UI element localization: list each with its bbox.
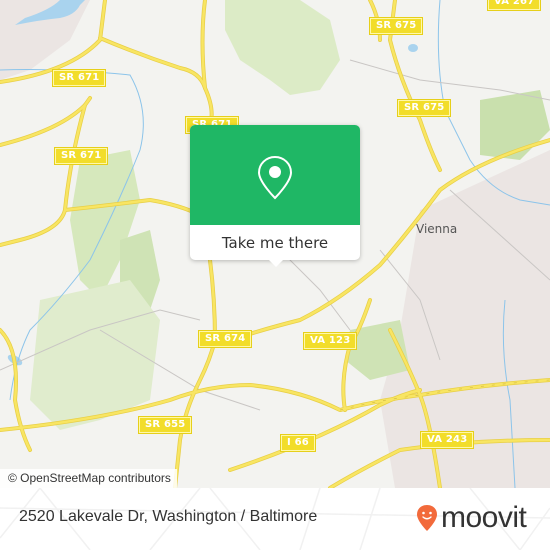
moovit-logo-text: moovit (441, 501, 527, 534)
moovit-logo[interactable]: moovit (416, 501, 527, 535)
location-popup: Take me there (190, 125, 360, 267)
road-label-sr671: SR 671 (51, 69, 107, 87)
road-label-i66: I 66 (280, 434, 316, 452)
road-label-va243: VA 243 (419, 431, 475, 449)
road-label-sr655: SR 655 (137, 416, 193, 434)
road-label-sr674: SR 674 (197, 330, 253, 348)
road-label-sr671: SR 671 (53, 147, 109, 165)
footer-bar: 2520 Lakevale Dr, Washington / Baltimore… (0, 488, 550, 550)
take-me-there-button[interactable]: Take me there (190, 225, 360, 260)
road-label-sr675: SR 675 (368, 17, 424, 35)
map-pin-icon (257, 155, 293, 200)
address-text: 2520 Lakevale Dr, Washington / Baltimore (19, 508, 318, 525)
road-label-sr675: SR 675 (396, 99, 452, 117)
map-view[interactable]: SR 671 SR 671 SR 671 SR 675 SR 675 VA 26… (0, 0, 550, 488)
place-label-vienna: Vienna (416, 222, 458, 236)
pond (408, 44, 418, 52)
map-attribution[interactable]: © OpenStreetMap contributors (0, 469, 177, 488)
road-label-va123: VA 123 (302, 332, 358, 350)
park-n (225, 0, 340, 95)
moovit-smiley-pin-icon (417, 505, 437, 531)
popup-header (190, 125, 360, 225)
popup-pointer (268, 259, 284, 267)
road-label-va267: VA 267 (486, 0, 542, 11)
